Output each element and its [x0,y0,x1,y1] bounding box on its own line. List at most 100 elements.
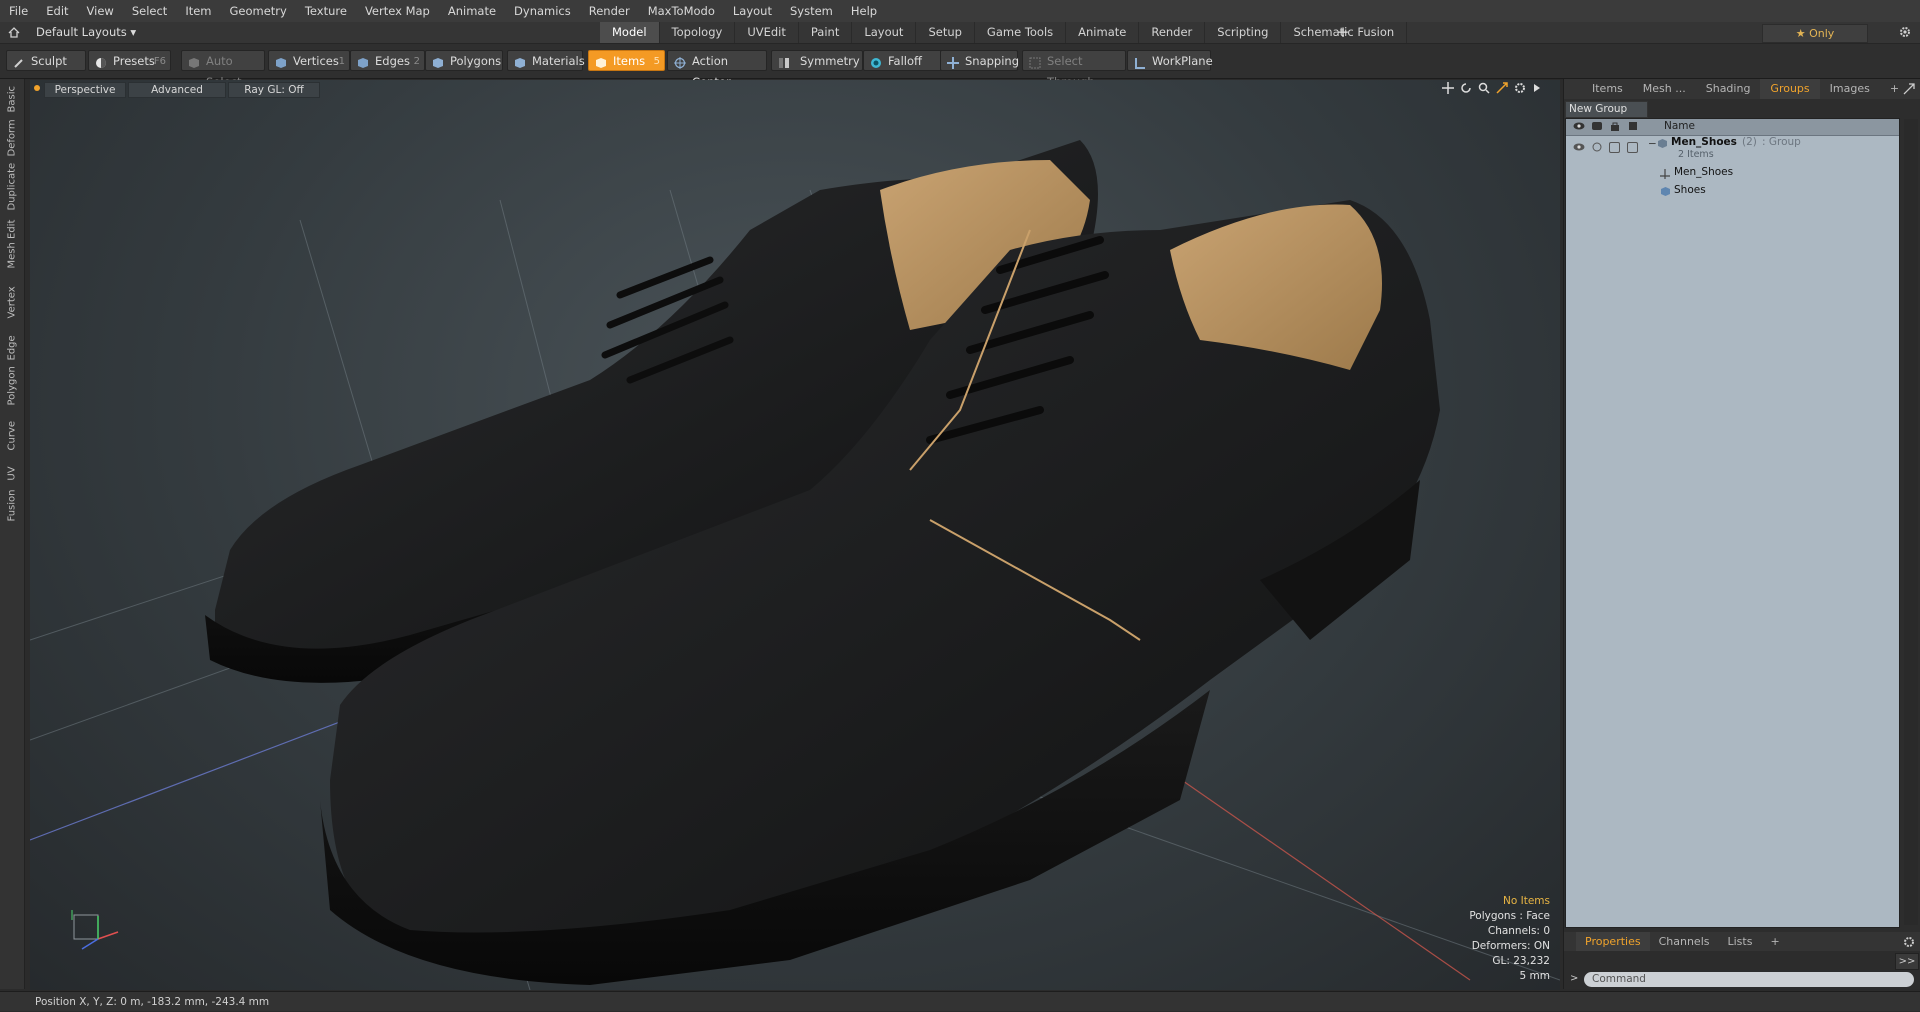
properties-tab[interactable]: Lists [1719,932,1762,951]
only-button[interactable]: ★ Only [1762,24,1868,43]
group-row[interactable]: − Men_Shoes (2) : Group 2 Items [1566,136,1899,162]
materials-button[interactable]: Materials [507,50,585,71]
properties-tab[interactable]: Properties [1576,932,1650,951]
menu-item[interactable]: Select [123,0,176,22]
gear-icon[interactable] [1898,25,1912,39]
properties-settings-icon[interactable] [1903,936,1915,951]
groups-panel-tab[interactable]: Images [1820,79,1880,99]
left-tab[interactable]: Mesh Edit [0,220,24,285]
raygl-button[interactable]: Ray GL: Off [228,82,320,98]
move-view-icon[interactable] [1442,82,1454,97]
sculpt-button[interactable]: Sculpt [6,50,86,71]
advanced-button[interactable]: Advanced [128,82,226,98]
workspace-tab[interactable]: Animate [1066,22,1140,43]
menu-item[interactable]: Dynamics [505,0,580,22]
toolbar: Sculpt PresetsF6 Auto Select Vertices1 E… [0,44,1920,89]
workspace-tab[interactable]: Setup [916,22,975,43]
group-child-row[interactable]: Shoes [1566,183,1899,199]
left-tab-label: Duplicate [6,162,18,211]
groups-panel-tab[interactable]: Shading [1696,79,1761,99]
menu-item[interactable]: Layout [724,0,781,22]
symmetry-button[interactable]: Symmetry [771,50,863,71]
action-center-button[interactable]: Action Center [667,50,767,89]
group-child-row[interactable]: Men_Shoes [1566,165,1899,181]
left-tab[interactable]: Basic [0,83,24,119]
render-toggle-icon[interactable] [1591,142,1603,155]
workspace-tab[interactable]: Paint [799,22,853,43]
perspective-button[interactable]: Perspective [44,82,126,98]
menu-item[interactable]: Item [176,0,220,22]
lock-column-icon[interactable] [1609,121,1621,134]
command-input[interactable]: Command [1584,972,1914,987]
edges-button[interactable]: Edges 2 [350,50,425,71]
render-column-icon[interactable] [1591,121,1603,134]
workspace-tab[interactable]: Render [1139,22,1206,43]
menu-item[interactable]: Vertex Map [356,0,439,22]
menu-item[interactable]: Texture [296,0,356,22]
left-tab[interactable]: UV [0,461,24,487]
new-group-button[interactable]: New Group [1565,101,1648,118]
shoe-render [30,140,1560,990]
left-tab-label: Edge [6,335,18,361]
menu-item[interactable]: View [78,0,123,22]
workspace-tab[interactable]: Layout [852,22,917,43]
left-tab[interactable]: Vertex [0,286,24,327]
properties-tab[interactable]: Channels [1650,932,1719,951]
layout-dropdown[interactable]: Default Layouts ▾ [36,22,136,43]
fit-view-icon[interactable] [1496,82,1508,97]
add-tab-button[interactable]: + [1334,22,1352,43]
menu-item[interactable]: Animate [439,0,505,22]
left-tab[interactable]: Deform [0,119,24,169]
expand-panel-icon[interactable] [1903,83,1915,98]
menu-item[interactable]: Edit [37,0,77,22]
3d-viewport[interactable]: Perspective Advanced Ray GL: Off No Item… [30,80,1560,990]
zoom-view-icon[interactable] [1478,82,1490,97]
select-column-icon[interactable] [1627,121,1639,134]
add-properties-tab-button[interactable]: + [1761,932,1788,951]
menu-item[interactable]: Geometry [221,0,296,22]
select-toggle[interactable] [1627,142,1638,153]
workspace-tab[interactable]: Scripting [1205,22,1282,43]
layout-home-icon[interactable] [8,26,20,38]
snapping-icon [947,55,959,69]
workplane-button[interactable]: WorkPlane [1127,50,1213,71]
visibility-column-icon[interactable] [1573,121,1585,134]
lock-toggle[interactable] [1609,142,1620,153]
left-tab-label: Vertex [6,286,18,319]
snapping-button[interactable]: Snapping [940,50,1019,71]
expand-group-icon[interactable]: − [1648,138,1657,150]
viewport-dot-icon [34,85,40,91]
items-button[interactable]: Items 5 [588,50,665,71]
expand-properties-button[interactable]: >> [1895,953,1919,970]
visibility-eye-icon[interactable] [1573,142,1585,155]
groups-panel-tab[interactable]: Items [1582,79,1633,99]
presets-button[interactable]: Presets F6 [88,50,171,71]
menu-item[interactable]: Help [842,0,886,22]
viewport-menu-icon[interactable] [1532,82,1542,97]
groups-scrollbar[interactable] [1904,119,1918,925]
workspace-tab[interactable]: UVEdit [735,22,799,43]
rotate-view-icon[interactable] [1460,82,1472,97]
menu-item[interactable]: Render [580,0,639,22]
workspace-tab[interactable]: Model [600,22,660,43]
polygons-button[interactable]: Polygons [425,50,503,71]
groups-panel-tab[interactable]: Groups [1760,79,1820,99]
auto-select-button[interactable]: Auto Select [181,50,265,89]
left-tab[interactable]: Curve [0,419,24,459]
vertices-button[interactable]: Vertices 1 [268,50,350,71]
name-column-header[interactable]: Name [1664,120,1695,132]
viewport-settings-icon[interactable] [1514,82,1526,97]
groups-panel-tab[interactable]: Mesh ... [1633,79,1696,99]
menu-item[interactable]: MaxToModo [639,0,724,22]
left-tab[interactable]: Fusion [0,489,24,531]
workspace-tab[interactable]: Game Tools [975,22,1067,43]
left-tab[interactable]: Edge [0,329,24,369]
menu-item[interactable]: System [781,0,842,22]
channels-label: Channels: 0 [1487,925,1550,937]
axis-gizmo [71,910,119,950]
falloff-button[interactable]: Falloff [863,50,945,71]
select-through-button[interactable]: Select Through [1022,50,1126,89]
left-tab[interactable]: Polygon [0,366,24,417]
menu-item[interactable]: File [0,0,37,22]
workspace-tab[interactable]: Topology [660,22,736,43]
